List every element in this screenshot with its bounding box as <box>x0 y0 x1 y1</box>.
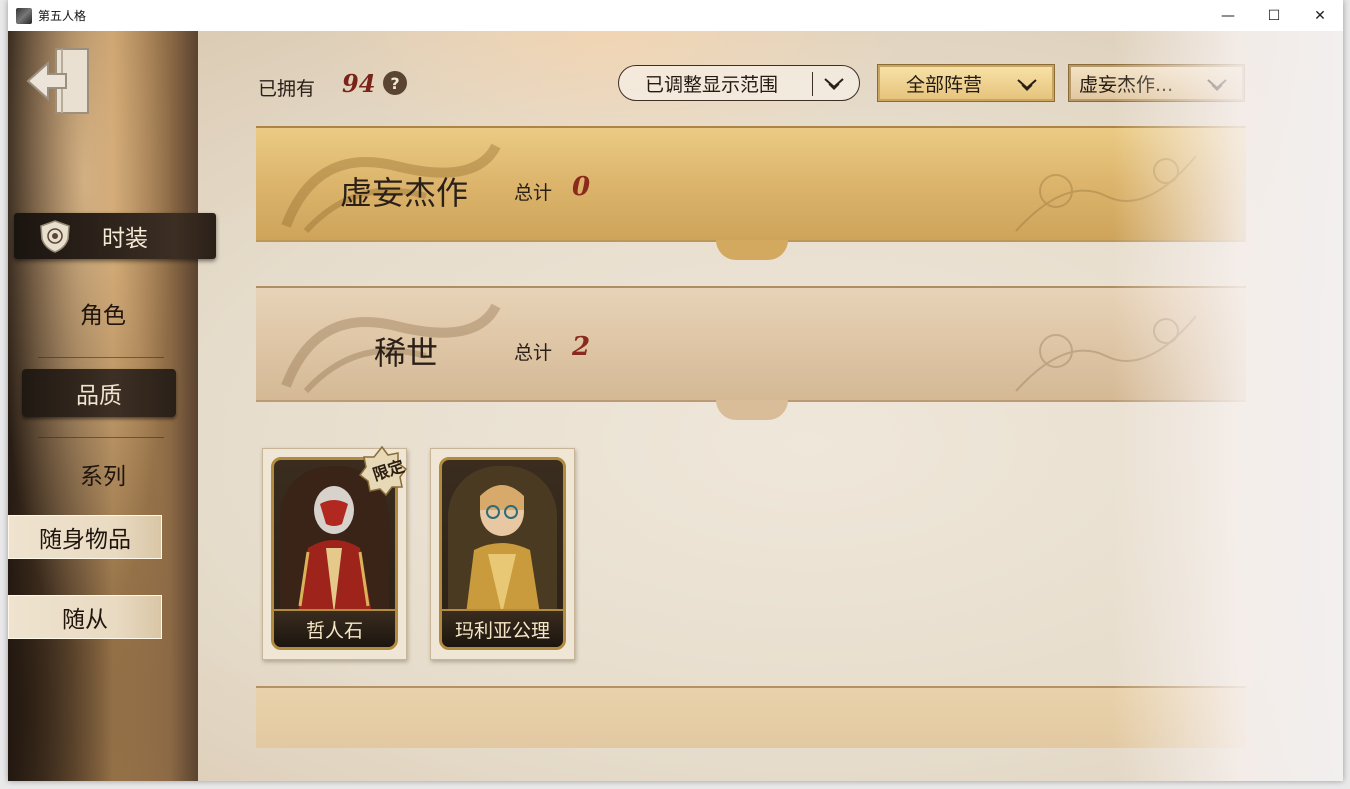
owned-label: 已拥有 <box>258 78 316 100</box>
category-title: 稀世 <box>374 334 439 372</box>
chevron-down-icon <box>1207 79 1227 92</box>
display-range-dropdown[interactable]: 已调整显示范围 <box>618 65 860 101</box>
category-total-label: 总计 <box>514 342 553 364</box>
exit-icon[interactable] <box>26 45 92 117</box>
app-window: 第五人格 — ☐ ✕ 时装 角色 品质 系列 随身物品 随从 已拥有 94 ? … <box>8 0 1343 781</box>
sidebar-item-series[interactable]: 系列 <box>8 454 198 494</box>
window-controls: — ☐ ✕ <box>1205 0 1343 31</box>
outfit-card[interactable]: 哲人石 限定 <box>262 445 408 660</box>
sidebar-item-label: 时装 <box>102 226 148 252</box>
divider <box>38 357 164 358</box>
category-total-value: 2 <box>572 332 591 362</box>
card-frame: 玛利亚公理 <box>439 457 566 650</box>
game-viewport: 时装 角色 品质 系列 随身物品 随从 已拥有 94 ? 已调整显示范围 全部阵… <box>8 31 1343 781</box>
emblem-icon <box>40 220 70 253</box>
flower-ornament-icon <box>1015 315 1197 392</box>
flower-ornament-icon <box>1015 155 1197 232</box>
help-icon[interactable]: ? <box>383 71 407 95</box>
sidebar-item-label: 角色 <box>80 303 126 329</box>
card-name: 玛利亚公理 <box>442 609 563 647</box>
dropdown-label: 虚妄杰作... <box>1079 73 1174 96</box>
chevron-down-icon <box>824 78 844 91</box>
window-title: 第五人格 <box>38 9 87 23</box>
camp-dropdown[interactable]: 全部阵营 <box>877 64 1055 102</box>
sidebar-item-accessory[interactable]: 随身物品 <box>8 515 162 559</box>
minimize-button[interactable]: — <box>1205 0 1251 31</box>
chevron-down-icon <box>1017 79 1037 92</box>
outfit-card[interactable]: 玛利亚公理 <box>430 448 575 660</box>
banner-notch <box>716 240 788 260</box>
sidebar-item-character[interactable]: 角色 <box>8 293 198 333</box>
title-bar: 第五人格 — ☐ ✕ <box>8 0 1343 31</box>
banner-band <box>256 686 1246 748</box>
dropdown-label: 已调整显示范围 <box>645 73 779 96</box>
sidebar-item-label: 系列 <box>80 464 126 490</box>
banner-notch <box>716 400 788 420</box>
card-name: 哲人石 <box>274 609 395 647</box>
dropdown-separator <box>812 72 813 96</box>
category-banner-partial[interactable] <box>256 686 1246 748</box>
sidebar-item-label: 随身物品 <box>39 527 131 553</box>
outfit-portrait <box>448 466 557 614</box>
sidebar-item-label: 品质 <box>76 383 122 409</box>
dropdown-label: 全部阵营 <box>906 73 983 96</box>
owned-count: 94 <box>342 69 376 98</box>
series-dropdown[interactable]: 虚妄杰作... <box>1068 64 1245 102</box>
divider <box>38 437 164 438</box>
category-total-value: 0 <box>572 172 591 202</box>
category-title: 虚妄杰作 <box>340 174 469 212</box>
close-button[interactable]: ✕ <box>1297 0 1343 31</box>
sidebar-item-outfit[interactable]: 时装 <box>14 213 216 259</box>
sidebar-item-follower[interactable]: 随从 <box>8 595 162 639</box>
sidebar-item-quality[interactable]: 品质 <box>22 369 176 417</box>
sidebar-item-label: 随从 <box>62 607 108 633</box>
maximize-button[interactable]: ☐ <box>1251 0 1297 31</box>
category-total-label: 总计 <box>514 182 553 204</box>
app-icon <box>16 7 32 24</box>
